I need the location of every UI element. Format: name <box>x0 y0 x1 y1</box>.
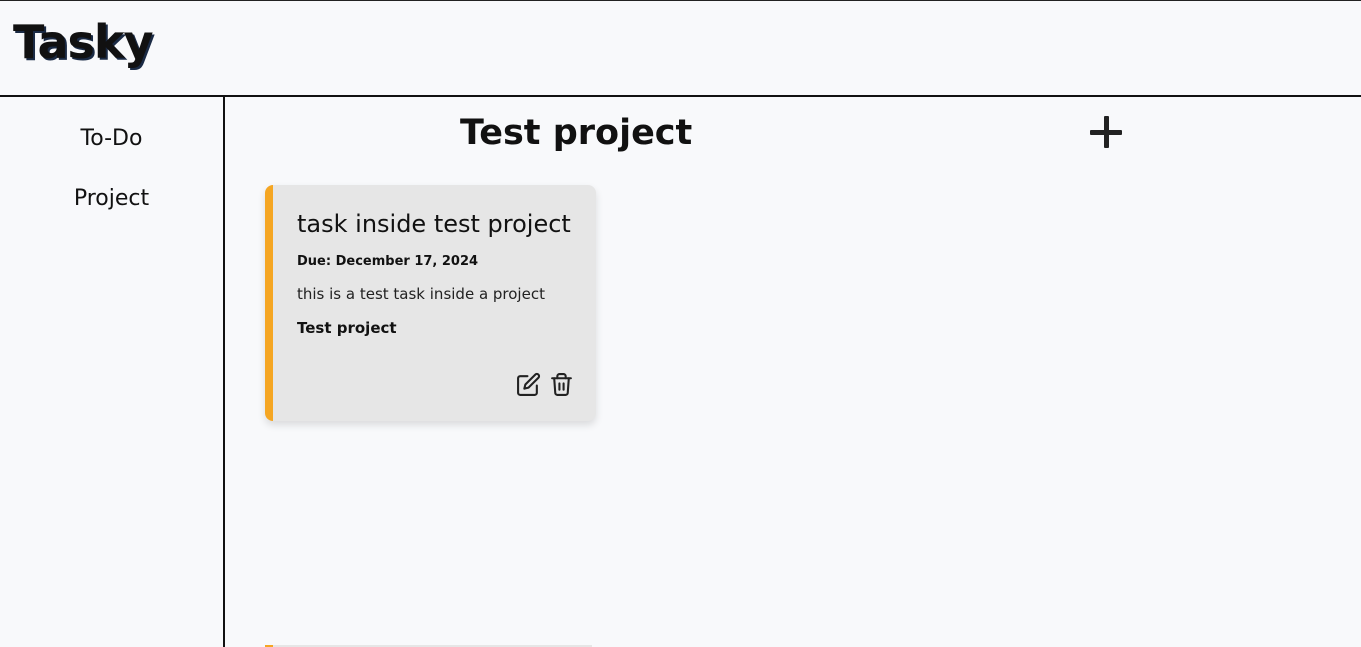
task-card: task inside test project Due: December 1… <box>265 185 596 421</box>
page-title: Test project <box>460 113 693 153</box>
edit-icon[interactable] <box>516 372 541 397</box>
task-title: task inside test project <box>297 210 571 238</box>
app-header: Tasky <box>0 0 1361 97</box>
task-due-date: Due: December 17, 2024 <box>297 254 479 269</box>
app: Tasky To-Do Project Test project task in… <box>0 0 1361 647</box>
trash-icon[interactable] <box>549 372 574 397</box>
app-logo: Tasky <box>13 15 153 69</box>
task-description: this is a test task inside a project <box>297 285 545 303</box>
task-project-name: Test project <box>297 319 397 337</box>
sidebar: To-Do Project <box>0 97 225 647</box>
main-content: Test project task inside test project Du… <box>225 97 1361 647</box>
sidebar-item-todo[interactable]: To-Do <box>0 126 223 151</box>
sidebar-item-project[interactable]: Project <box>0 186 223 211</box>
task-actions <box>516 372 574 397</box>
add-task-button[interactable] <box>1089 115 1125 151</box>
